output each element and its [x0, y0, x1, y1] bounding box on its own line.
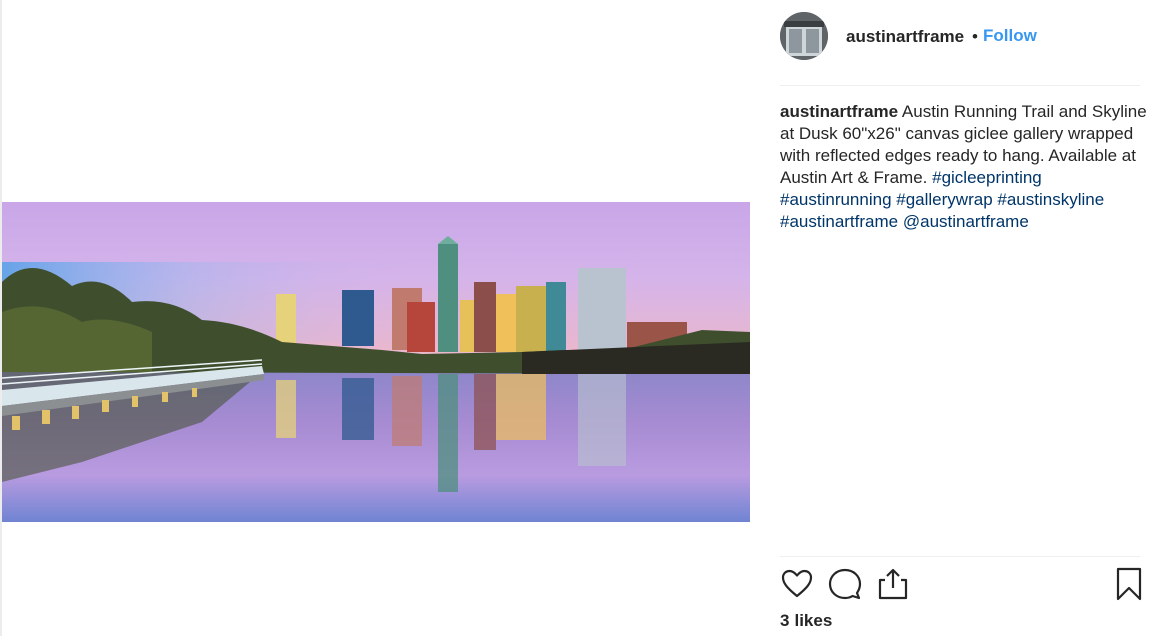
bookmark-icon: [1116, 567, 1142, 601]
storefront-avatar-image: [780, 12, 828, 60]
avatar[interactable]: [780, 12, 828, 60]
skyline-photo: [2, 202, 750, 522]
mention-link[interactable]: @austinartframe: [903, 212, 1029, 231]
actions-divider: [780, 556, 1140, 557]
comment-icon: [828, 568, 862, 600]
post-sidebar: austinartframe • Follow austinartframe A…: [762, 0, 1163, 636]
share-button[interactable]: [876, 566, 910, 602]
likes-count[interactable]: 3 likes: [780, 611, 832, 631]
hashtag-link[interactable]: #gicleeprinting: [932, 168, 1042, 187]
post-photo[interactable]: [2, 202, 750, 522]
follow-button[interactable]: Follow: [983, 26, 1037, 46]
post-header: austinartframe • Follow: [780, 12, 1140, 62]
like-button[interactable]: [780, 566, 814, 602]
caption-username-link[interactable]: austinartframe: [780, 102, 898, 121]
header-username-link[interactable]: austinartframe: [846, 27, 964, 47]
likes-label: likes: [794, 611, 833, 630]
heart-icon: [781, 569, 813, 598]
post-actions: [780, 566, 1142, 606]
post-caption: austinartframe Austin Running Trail and …: [780, 101, 1150, 233]
header-separator-dot: •: [972, 27, 978, 46]
hashtag-link[interactable]: #austinskyline: [997, 190, 1104, 209]
save-button[interactable]: [1112, 566, 1146, 602]
share-icon: [878, 568, 908, 600]
header-divider: [780, 85, 1140, 86]
hashtag-link[interactable]: #austinartframe: [780, 212, 898, 231]
comment-button[interactable]: [828, 566, 862, 602]
hashtag-link[interactable]: #gallerywrap: [896, 190, 992, 209]
likes-number: 3: [780, 611, 790, 630]
post-media[interactable]: [2, 0, 750, 636]
hashtag-link[interactable]: #austinrunning: [780, 190, 892, 209]
